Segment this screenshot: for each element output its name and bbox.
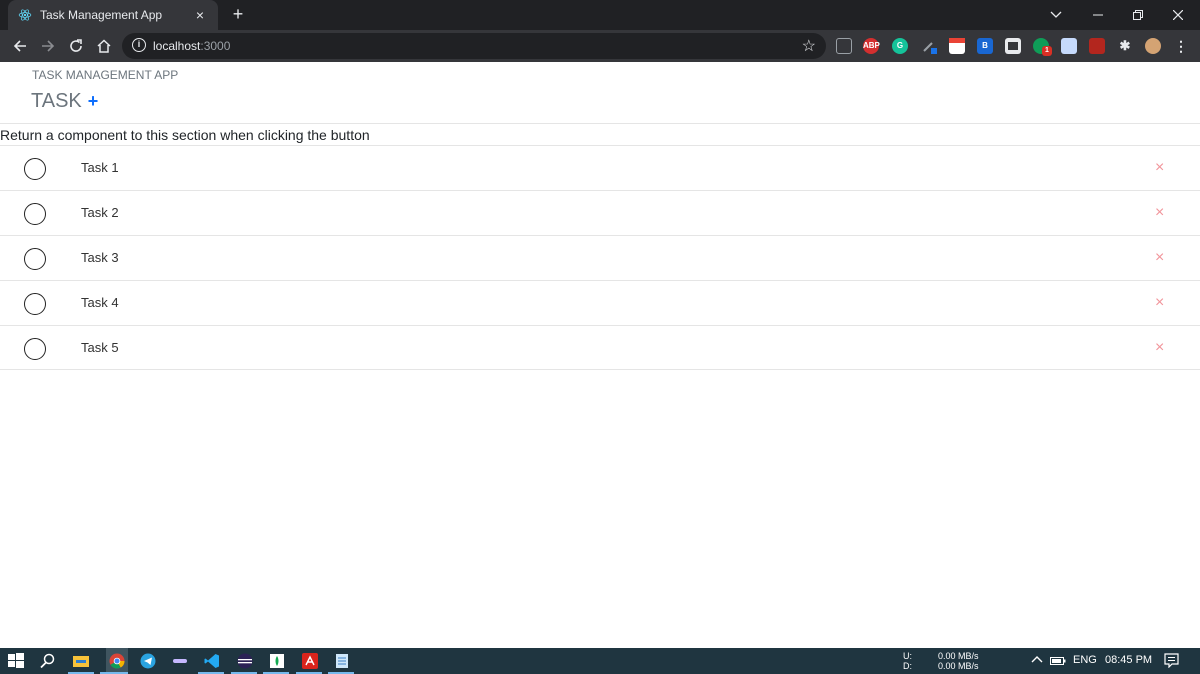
app-title: TASK MANAGEMENT APP: [32, 68, 179, 82]
delete-icon[interactable]: ×: [1155, 204, 1164, 222]
upload-label: U:: [903, 651, 912, 661]
acrobat-icon[interactable]: [302, 653, 318, 669]
task-complete-toggle[interactable]: [24, 248, 46, 270]
tab-close-icon[interactable]: ×: [192, 7, 208, 23]
forward-icon[interactable]: [38, 36, 58, 56]
windows-taskbar: U: D: 0.00 MB/s 0.00 MB/s ENG 08:45 PM: [0, 648, 1200, 674]
task-row: Task 4 ×: [0, 280, 1200, 325]
task-complete-toggle[interactable]: [24, 203, 46, 225]
task-complete-toggle[interactable]: [24, 338, 46, 360]
task-label: Task 5: [81, 340, 119, 355]
delete-icon[interactable]: ×: [1155, 339, 1164, 357]
task-heading: TASK +: [31, 90, 98, 113]
browser-tab[interactable]: Task Management App ×: [8, 0, 218, 30]
task-label: Task 2: [81, 205, 119, 220]
delete-icon[interactable]: ×: [1155, 294, 1164, 312]
network-labels: U: D:: [903, 651, 912, 671]
window-extension-icon[interactable]: [1005, 38, 1021, 54]
b-extension-icon[interactable]: B: [977, 38, 993, 54]
chrome-icon[interactable]: [109, 653, 125, 669]
home-icon[interactable]: [94, 36, 114, 56]
language-indicator[interactable]: ENG: [1073, 654, 1097, 666]
network-speeds: 0.00 MB/s 0.00 MB/s: [938, 651, 979, 671]
task-heading-label: TASK: [31, 90, 82, 112]
browser-tab-strip: Task Management App × +: [0, 0, 1200, 30]
section-text: Return a component to this section when …: [0, 127, 370, 143]
bookmark-star-icon[interactable]: ☆: [802, 36, 816, 56]
task-complete-toggle[interactable]: [24, 158, 46, 180]
url-text[interactable]: localhost:3000: [153, 39, 230, 53]
media-extension-icon[interactable]: [1089, 38, 1105, 54]
add-task-button[interactable]: +: [88, 91, 99, 112]
extension-badge: 1: [1042, 46, 1052, 56]
vscode-icon[interactable]: [204, 653, 220, 669]
file-explorer-icon[interactable]: [73, 653, 89, 669]
upload-speed: 0.00 MB/s: [938, 651, 979, 661]
tray-chevron-icon[interactable]: [1031, 652, 1043, 669]
download-label: D:: [903, 661, 912, 671]
task-row: Task 3 ×: [0, 235, 1200, 280]
windows-start-icon[interactable]: [8, 653, 24, 669]
address-bar[interactable]: i localhost:3000 ☆: [122, 33, 826, 59]
task-label: Task 4: [81, 295, 119, 310]
profile-avatar[interactable]: [1145, 38, 1161, 54]
notepad-icon[interactable]: [334, 653, 350, 669]
restore-icon[interactable]: [1118, 0, 1158, 30]
back-icon[interactable]: [10, 36, 30, 56]
calendar-extension-icon[interactable]: [949, 38, 965, 54]
react-icon: [18, 9, 32, 21]
extensions-puzzle-icon[interactable]: ✱: [1117, 38, 1133, 54]
screenshot-extension-icon[interactable]: [1061, 38, 1077, 54]
divider: [0, 123, 1200, 124]
browser-toolbar: i localhost:3000 ☆ ABP G B 1 ✱ ⋮: [0, 30, 1200, 62]
task-row: Task 1 ×: [0, 145, 1200, 190]
telegram-icon[interactable]: [140, 653, 156, 669]
tab-search-icon[interactable]: [1036, 0, 1076, 30]
adblock-icon[interactable]: ABP: [863, 38, 880, 54]
clock[interactable]: 08:45 PM: [1105, 654, 1152, 666]
site-info-icon[interactable]: i: [132, 38, 146, 52]
task-complete-toggle[interactable]: [24, 293, 46, 315]
task-label: Task 3: [81, 250, 119, 265]
download-speed: 0.00 MB/s: [938, 661, 979, 671]
notification-center-icon[interactable]: [1164, 653, 1179, 671]
task-row: Task 2 ×: [0, 190, 1200, 235]
eclipse-icon[interactable]: [237, 653, 253, 669]
grammarly-icon[interactable]: G: [892, 38, 908, 54]
close-window-icon[interactable]: [1158, 0, 1198, 30]
menu-kebab-icon[interactable]: ⋮: [1173, 38, 1189, 54]
task-list: Task 1 × Task 2 × Task 3 × Task 4 × Task…: [0, 145, 1200, 370]
pocket-icon[interactable]: [836, 38, 852, 54]
app-icon[interactable]: [172, 653, 188, 669]
battery-icon[interactable]: [1050, 655, 1066, 670]
delete-icon[interactable]: ×: [1155, 159, 1164, 177]
search-icon[interactable]: [40, 653, 56, 669]
mongodb-compass-icon[interactable]: [269, 653, 285, 669]
minimize-icon[interactable]: [1078, 0, 1118, 30]
pen-extension-icon[interactable]: [921, 38, 937, 54]
tab-title: Task Management App: [40, 8, 163, 22]
reload-icon[interactable]: [66, 36, 86, 56]
task-label: Task 1: [81, 160, 119, 175]
delete-icon[interactable]: ×: [1155, 249, 1164, 267]
task-row: Task 5 ×: [0, 325, 1200, 370]
new-tab-button[interactable]: +: [228, 4, 248, 24]
